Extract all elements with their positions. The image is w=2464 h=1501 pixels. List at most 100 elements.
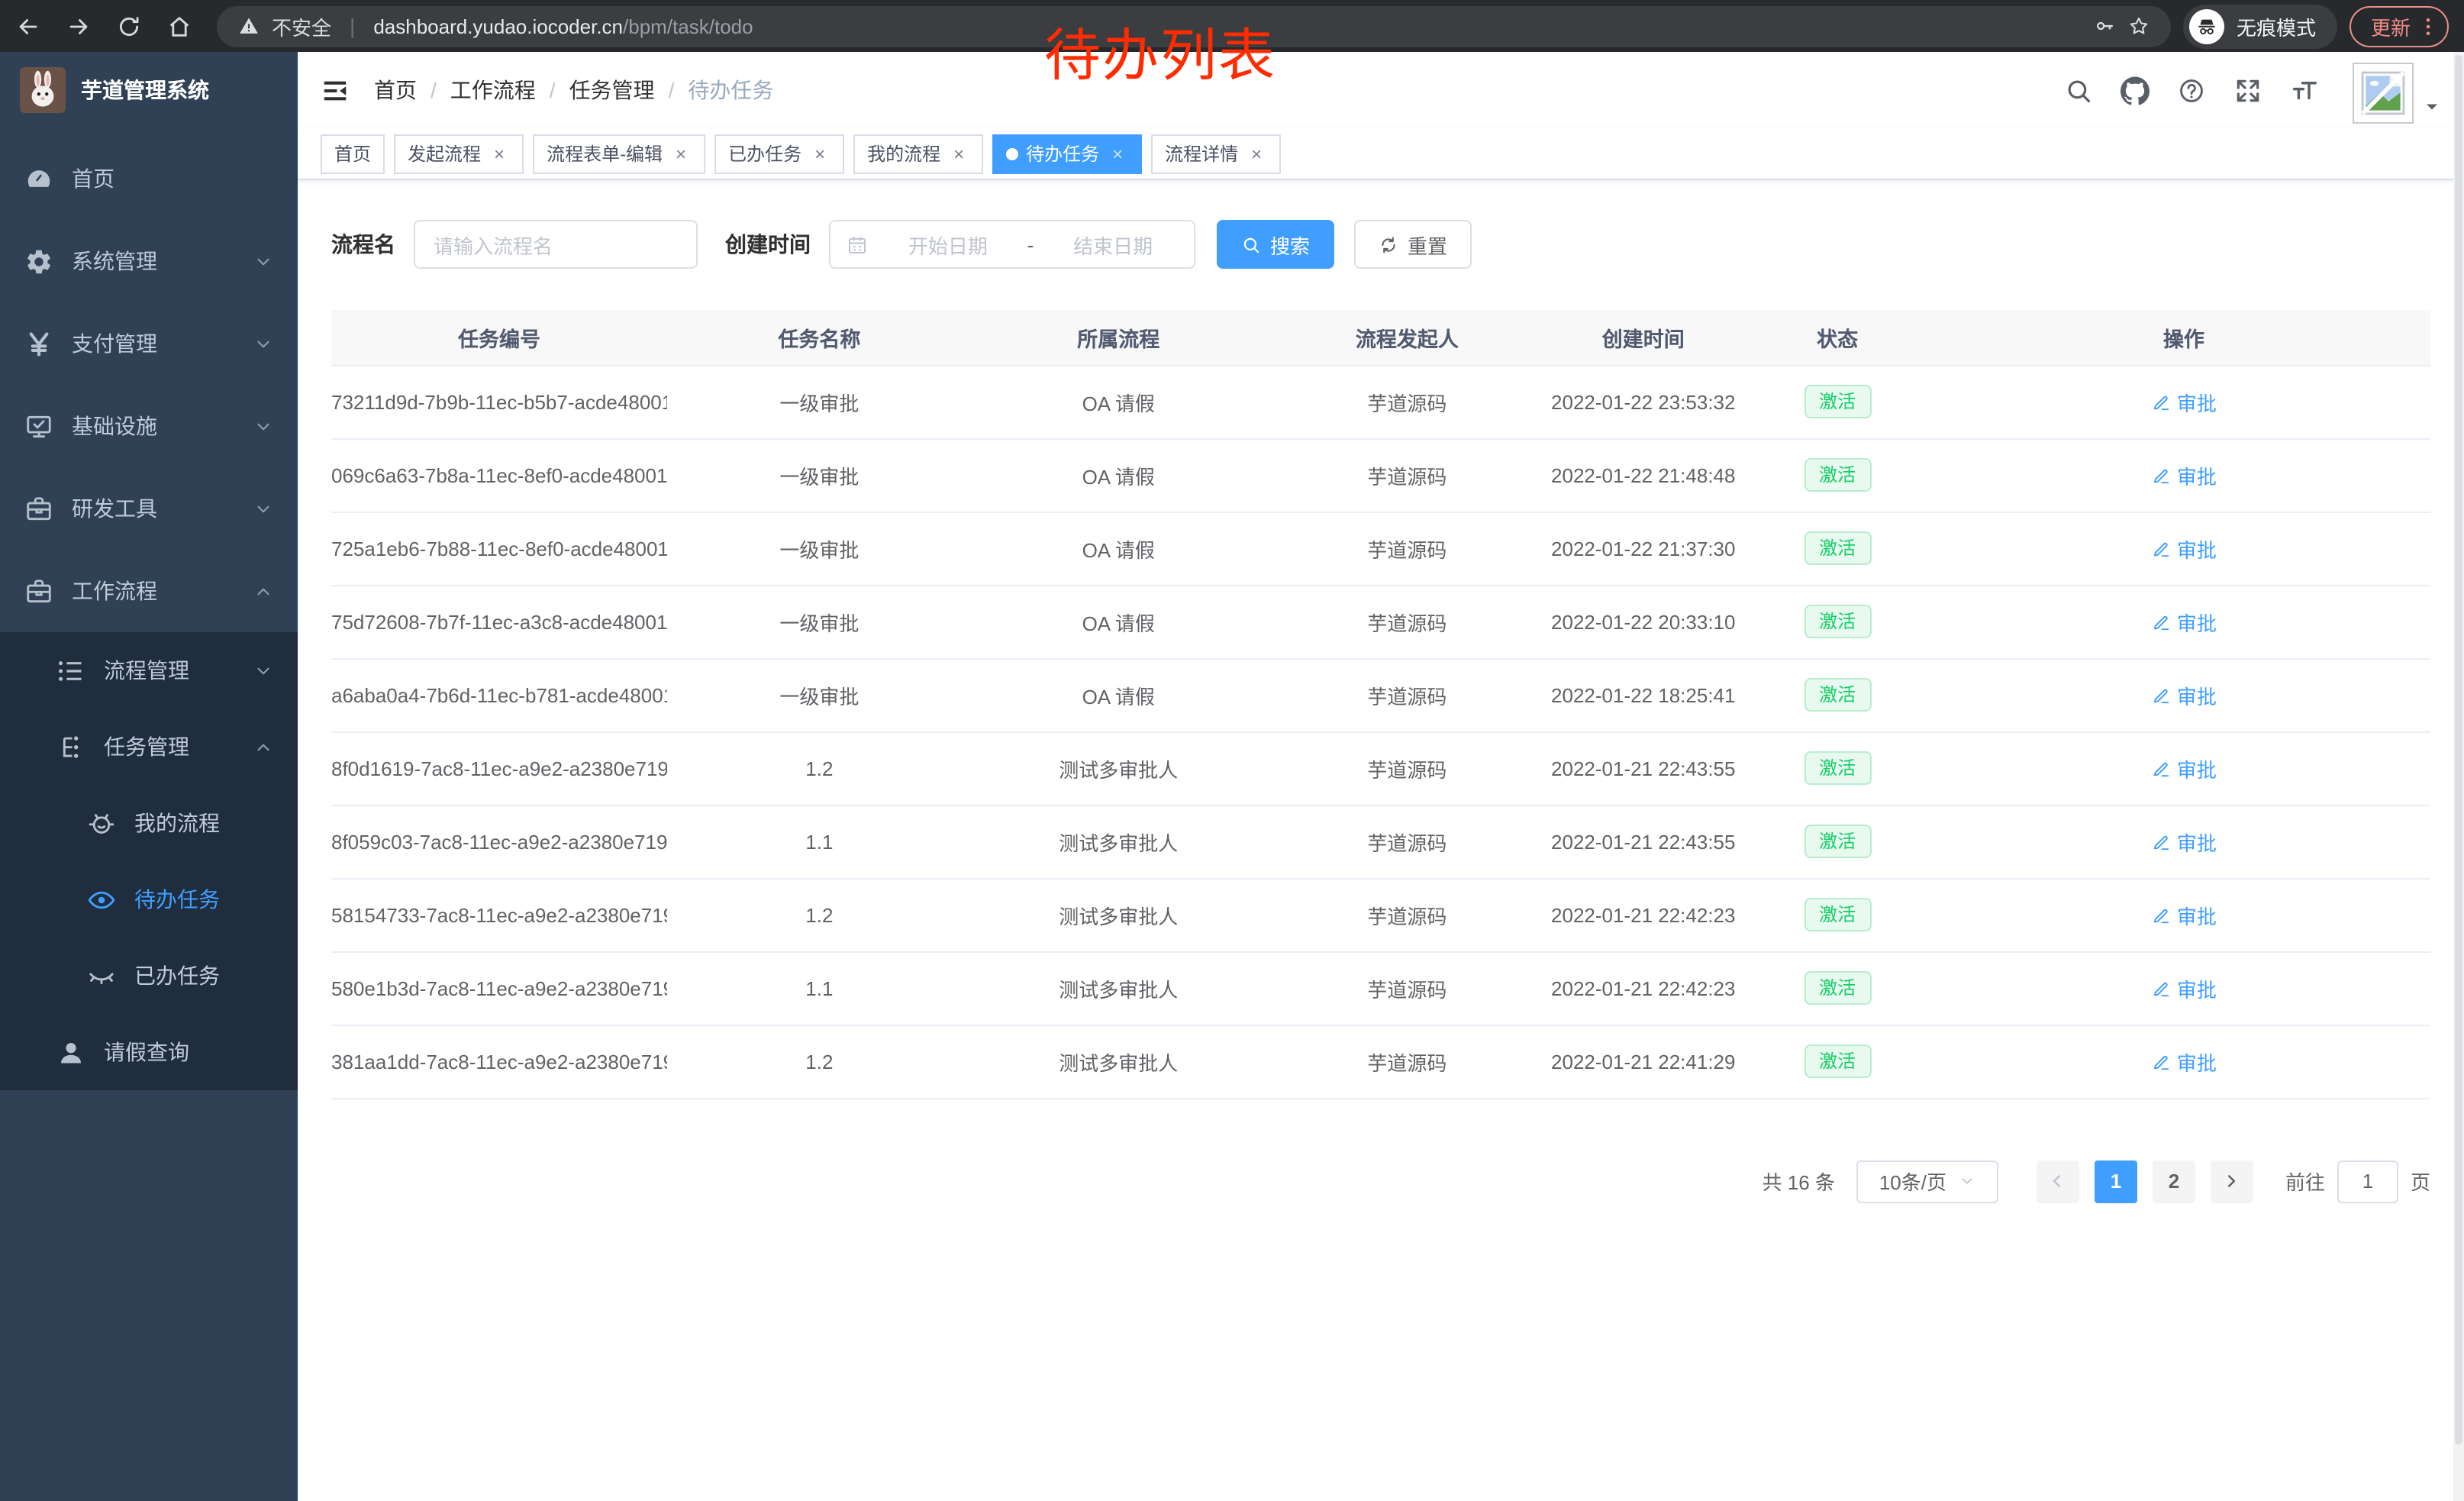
approve-button[interactable]: 审批: [2151, 387, 2217, 416]
cell-task-id: 8f059c03-7ac8-11ec-a9e2-a2380e71991a: [331, 805, 667, 878]
sidebar-collapse-icon[interactable]: [321, 76, 350, 105]
sidebar-item[interactable]: 已办任务: [0, 938, 298, 1014]
tab-close-icon[interactable]: ×: [809, 143, 830, 164]
browser-nav-buttons: [15, 13, 192, 39]
breadcrumb: 首页工作流程任务管理待办任务: [374, 75, 773, 105]
cell-task-id: a6aba0a4-7b6d-11ec-b781-acde48001122: [331, 658, 667, 731]
approve-button[interactable]: 审批: [2151, 680, 2217, 709]
cell-task-id: 8f0d1619-7ac8-11ec-a9e2-a2380e71991a: [331, 731, 667, 805]
sidebar-item[interactable]: 工作流程: [0, 550, 298, 632]
cell-action: 审批: [1937, 951, 2430, 1025]
total-count: 共 16 条: [1763, 1167, 1835, 1196]
sidebar-item[interactable]: 请假查询: [0, 1014, 298, 1090]
approve-button[interactable]: 审批: [2151, 900, 2217, 929]
reset-button[interactable]: 重置: [1354, 220, 1472, 269]
chevron-up-icon: [253, 581, 273, 601]
sidebar-item[interactable]: 我的流程: [0, 785, 298, 861]
search-button[interactable]: 搜索: [1217, 220, 1334, 269]
app-logo[interactable]: 芋道管理系统: [0, 52, 298, 128]
warning-icon[interactable]: [238, 15, 260, 37]
search-icon[interactable]: [2064, 76, 2093, 105]
tab-label: 我的流程: [867, 140, 940, 166]
search-button-icon: [1241, 234, 1261, 254]
approve-button[interactable]: 审批: [2151, 827, 2217, 856]
key-icon[interactable]: [2095, 15, 2116, 37]
sidebar-item[interactable]: 支付管理: [0, 302, 298, 385]
approve-button[interactable]: 审批: [2151, 754, 2217, 783]
gear-icon: [24, 247, 53, 276]
view-tab[interactable]: 流程表单-编辑 ×: [533, 134, 705, 173]
update-label[interactable]: 更新: [2371, 11, 2411, 40]
sidebar-item[interactable]: 系统管理: [0, 220, 298, 302]
view-tab[interactable]: 待办任务 ×: [992, 134, 1142, 173]
bookmark-star-icon[interactable]: [2128, 15, 2150, 37]
filter-bar: 流程名 请输入流程名 创建时间 开始日期 - 结束日期 搜索: [331, 220, 2430, 269]
goto-page-input[interactable]: 1: [2337, 1160, 2398, 1202]
approve-button[interactable]: 审批: [2151, 1047, 2217, 1076]
process-name-input[interactable]: 请输入流程名: [414, 220, 698, 269]
user-icon: [56, 1038, 85, 1067]
create-time-range-picker[interactable]: 开始日期 - 结束日期: [829, 220, 1195, 269]
sidebar-item[interactable]: 研发工具: [0, 467, 298, 550]
screenshot-stage: 不安全 | dashboard.yudao.iocoder.cn/bpm/tas…: [0, 0, 2464, 1501]
view-tab[interactable]: 首页: [321, 134, 385, 173]
view-tab[interactable]: 发起流程 ×: [394, 134, 524, 173]
next-page-button[interactable]: [2211, 1160, 2253, 1202]
github-icon[interactable]: [2121, 76, 2150, 105]
status-badge: 激活: [1804, 1044, 1871, 1078]
sidebar-item[interactable]: 首页: [0, 137, 298, 220]
sidebar: 芋道管理系统 首页 系统管理 支付管理: [0, 52, 298, 1501]
view-tab[interactable]: 已办任务 ×: [714, 134, 844, 173]
font-size-icon[interactable]: [2290, 76, 2319, 105]
tab-close-icon[interactable]: ×: [1107, 143, 1128, 164]
view-tab[interactable]: 我的流程 ×: [853, 134, 983, 173]
browser-update-button[interactable]: 更新: [2350, 5, 2449, 47]
sidebar-item[interactable]: 待办任务: [0, 861, 298, 938]
back-icon[interactable]: [15, 13, 41, 39]
breadcrumb-item[interactable]: 任务管理: [569, 75, 689, 105]
cell-task-id: 725a1eb6-7b88-11ec-8ef0-acde48001122: [331, 512, 667, 585]
status-badge: 激活: [1804, 531, 1871, 565]
approve-button[interactable]: 审批: [2151, 460, 2217, 489]
tab-label: 流程表单-编辑: [547, 140, 663, 166]
approve-button[interactable]: 审批: [2151, 607, 2217, 636]
avatar[interactable]: [2353, 62, 2414, 123]
reload-icon[interactable]: [116, 13, 142, 39]
kebab-menu-icon[interactable]: [2417, 15, 2440, 37]
sidebar-item[interactable]: 任务管理: [0, 709, 298, 785]
cell-task-name: 1.1: [667, 951, 972, 1025]
tab-close-icon[interactable]: ×: [948, 143, 969, 164]
start-date-placeholder[interactable]: 开始日期: [882, 230, 1014, 259]
page-scrollbar[interactable]: [2453, 52, 2464, 1501]
sidebar-item[interactable]: 基础设施: [0, 385, 298, 467]
breadcrumb-item[interactable]: 首页: [374, 75, 450, 105]
tab-close-icon[interactable]: ×: [1246, 143, 1267, 164]
cell-starter: 芋道源码: [1266, 585, 1549, 658]
calendar-icon: [846, 233, 869, 256]
breadcrumb-item[interactable]: 工作流程: [450, 75, 569, 105]
page-size-select[interactable]: 10条/页: [1856, 1160, 1998, 1202]
help-icon[interactable]: [2177, 76, 2206, 105]
tab-close-icon[interactable]: ×: [489, 143, 510, 164]
approve-button[interactable]: 审批: [2151, 973, 2217, 1002]
cell-status: 激活: [1738, 878, 1937, 951]
cell-task-name: 一级审批: [667, 585, 972, 658]
edit-pen-icon: [2151, 905, 2171, 925]
cell-status: 激活: [1738, 805, 1937, 878]
cell-created: 2022-01-22 18:25:41: [1549, 658, 1738, 731]
security-label[interactable]: 不安全: [272, 11, 331, 40]
home-icon[interactable]: [166, 13, 192, 39]
view-tab[interactable]: 流程详情 ×: [1151, 134, 1281, 173]
breadcrumb-item[interactable]: 待办任务: [688, 75, 773, 105]
prev-page-button[interactable]: [2037, 1160, 2079, 1202]
scrollbar-thumb[interactable]: [2455, 55, 2462, 1445]
sidebar-item[interactable]: 流程管理: [0, 632, 298, 709]
fullscreen-icon[interactable]: [2233, 76, 2262, 105]
tab-close-icon[interactable]: ×: [670, 143, 692, 164]
end-date-placeholder[interactable]: 结束日期: [1047, 230, 1179, 259]
page-number-button[interactable]: 2: [2153, 1160, 2195, 1202]
avatar-caret-down-icon[interactable]: [2423, 97, 2441, 115]
approve-button[interactable]: 审批: [2151, 534, 2217, 563]
page-number-button[interactable]: 1: [2095, 1160, 2137, 1202]
forward-icon[interactable]: [66, 13, 92, 39]
